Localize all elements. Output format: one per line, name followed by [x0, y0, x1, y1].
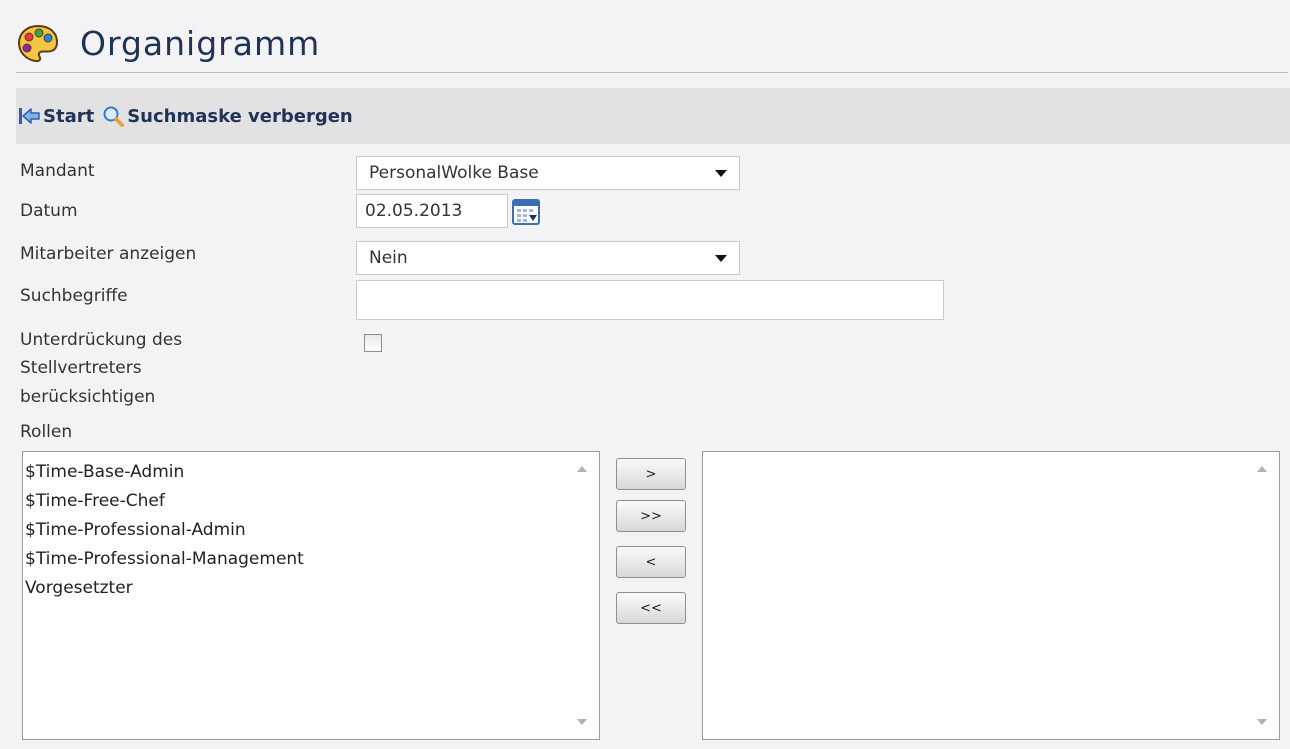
available-roles-list[interactable]: $Time-Base-Admin $Time-Free-Chef $Time-P…	[22, 451, 600, 740]
suchbegriffe-label: Suchbegriffe	[20, 286, 128, 306]
scroll-down-icon[interactable]	[1257, 719, 1267, 725]
palette-icon	[17, 24, 59, 63]
toolbar: Start Suchmaske verbergen	[16, 88, 1290, 144]
mitarbeiter-value: Nein	[369, 248, 408, 268]
page-title: Organigramm	[80, 24, 321, 63]
magnifier-icon	[103, 106, 125, 127]
list-item[interactable]: $Time-Professional-Admin	[25, 516, 304, 545]
start-button[interactable]: Start	[18, 105, 94, 127]
add-all-roles-button[interactable]: >>	[616, 500, 686, 532]
toggle-search-mask-label: Suchmaske verbergen	[127, 105, 353, 127]
list-item[interactable]: Vorgesetzter	[25, 574, 304, 603]
calendar-icon[interactable]	[512, 198, 540, 226]
datum-value: 02.05.2013	[365, 201, 463, 221]
selected-roles-list[interactable]	[702, 451, 1280, 740]
available-roles-items: $Time-Base-Admin $Time-Free-Chef $Time-P…	[23, 458, 304, 603]
list-item[interactable]: $Time-Free-Chef	[25, 487, 304, 516]
mandant-value: PersonalWolke Base	[369, 163, 539, 183]
title-divider	[16, 72, 1288, 73]
stellvertreter-label-line1: Unterdrückung des	[20, 330, 183, 350]
scroll-up-icon[interactable]	[1257, 466, 1267, 472]
add-role-button[interactable]: >	[616, 458, 686, 490]
mitarbeiter-label: Mitarbeiter anzeigen	[20, 244, 197, 264]
back-arrow-icon	[19, 108, 40, 124]
mandant-label: Mandant	[20, 161, 95, 181]
remove-role-button[interactable]: <	[616, 546, 686, 578]
start-label: Start	[43, 105, 95, 127]
datum-label: Datum	[20, 201, 78, 221]
list-item[interactable]: $Time-Base-Admin	[25, 458, 304, 487]
remove-all-roles-button[interactable]: <<	[616, 592, 686, 624]
stellvertreter-label-line3: berücksichtigen	[20, 387, 156, 407]
rollen-label: Rollen	[20, 422, 73, 442]
scroll-down-icon[interactable]	[577, 719, 587, 725]
scroll-up-icon[interactable]	[577, 466, 587, 472]
page-header: Organigramm	[16, 22, 320, 66]
list-item[interactable]: $Time-Professional-Management	[25, 545, 304, 574]
toggle-search-mask-button[interactable]: Suchmaske verbergen	[102, 105, 353, 127]
chevron-down-icon	[715, 255, 727, 262]
stellvertreter-label-line2: Stellvertreters	[20, 358, 142, 378]
mandant-select[interactable]: PersonalWolke Base	[356, 156, 740, 190]
chevron-down-icon	[715, 170, 727, 177]
datum-input[interactable]: 02.05.2013	[356, 194, 508, 228]
mitarbeiter-select[interactable]: Nein	[356, 241, 740, 275]
stellvertreter-checkbox[interactable]	[364, 334, 382, 352]
organigramm-page: Organigramm Start Suchmaske verbergen Ma…	[0, 0, 1290, 749]
suchbegriffe-input[interactable]	[356, 280, 944, 320]
